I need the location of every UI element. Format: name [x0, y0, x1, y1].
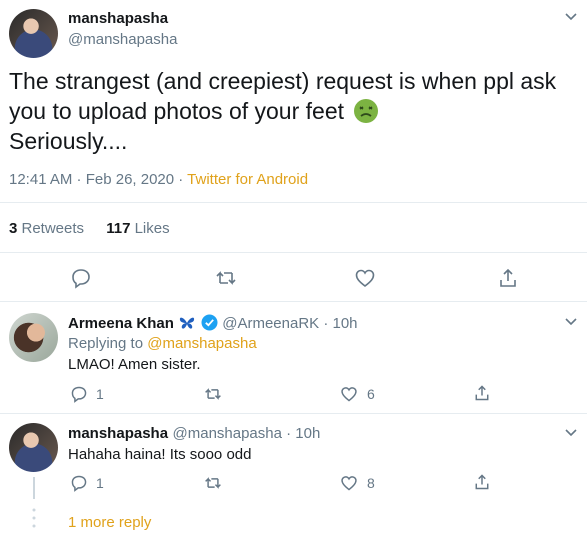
heart-icon[interactable] [340, 385, 358, 403]
retweet-icon[interactable] [203, 474, 223, 492]
nauseated-face-emoji-icon [353, 98, 379, 124]
heart-icon[interactable] [340, 474, 358, 492]
share-icon[interactable] [473, 473, 491, 491]
tweet-time[interactable]: 12:41 AM · Feb 26, 2020 · [9, 171, 187, 188]
divider [0, 202, 587, 203]
chevron-down-icon[interactable] [565, 429, 577, 437]
author-name[interactable]: manshapasha [68, 425, 168, 442]
author-handle[interactable]: @manshapasha [68, 31, 177, 48]
retweet-icon[interactable] [203, 385, 223, 403]
tweet-source-link[interactable]: Twitter for Android [187, 171, 308, 188]
more-replies-link[interactable]: 1 more reply [68, 514, 151, 531]
chevron-down-icon[interactable] [565, 13, 577, 21]
thread-line [33, 477, 35, 499]
butterfly-emoji-icon [178, 315, 196, 331]
like-count: 6 [367, 386, 375, 402]
avatar[interactable] [9, 313, 58, 362]
likes-count: 117 [106, 220, 131, 237]
avatar[interactable] [9, 9, 58, 58]
replying-to: Replying to @manshapasha [68, 335, 257, 352]
heart-icon[interactable] [354, 267, 376, 289]
tweet-text: The strangest (and creepiest) request is… [9, 66, 579, 156]
share-icon[interactable] [473, 384, 491, 402]
tweet-text-line: The strangest (and creepiest) request is… [9, 68, 557, 94]
author-name[interactable]: manshapasha [68, 10, 168, 27]
reply-text: Hahaha haina! Its sooo odd [68, 446, 252, 463]
author-name[interactable]: Armeena Khan [68, 315, 174, 332]
like-count: 8 [367, 475, 375, 491]
tweet-text-line2: you to upload photos of your feet [9, 98, 345, 124]
reply-count: 1 [96, 386, 104, 402]
mention-link[interactable]: @manshapasha [147, 335, 256, 352]
verified-badge-icon [201, 314, 218, 331]
reply-icon[interactable] [70, 267, 92, 289]
reply-header: Armeena Khan @ArmeenaRK · 10h [68, 314, 358, 333]
tweet-text-line: Seriously.... [9, 128, 128, 154]
reply-icon[interactable] [70, 385, 88, 403]
likes-stat[interactable]: 117 Likes [106, 220, 169, 237]
replying-prefix: Replying to [68, 335, 148, 352]
reply-icon[interactable] [70, 474, 88, 492]
tweet-timestamp: 12:41 AM · Feb 26, 2020 · Twitter for An… [9, 171, 308, 188]
likes-label: Likes [130, 220, 170, 237]
avatar[interactable] [9, 423, 58, 472]
reply-count: 1 [96, 475, 104, 491]
tweet-text-line: you to upload photos of your feet [9, 96, 579, 126]
author-handle[interactable]: @ArmeenaRK · 10h [222, 315, 357, 332]
more-replies-dots [32, 508, 36, 537]
retweet-icon[interactable] [214, 267, 238, 289]
divider [0, 413, 587, 414]
chevron-down-icon[interactable] [565, 318, 577, 326]
tweet-stats: 3 Retweets 117 Likes [9, 220, 170, 237]
reply-header: manshapasha @manshapasha · 10h [68, 425, 320, 443]
share-icon[interactable] [497, 267, 519, 289]
author-handle[interactable]: @manshapasha · 10h [173, 425, 321, 442]
retweets-stat[interactable]: 3 Retweets [9, 220, 84, 237]
retweets-label: Retweets [17, 220, 85, 237]
reply-text: LMAO! Amen sister. [68, 356, 201, 373]
divider [0, 301, 587, 302]
divider [0, 252, 587, 253]
